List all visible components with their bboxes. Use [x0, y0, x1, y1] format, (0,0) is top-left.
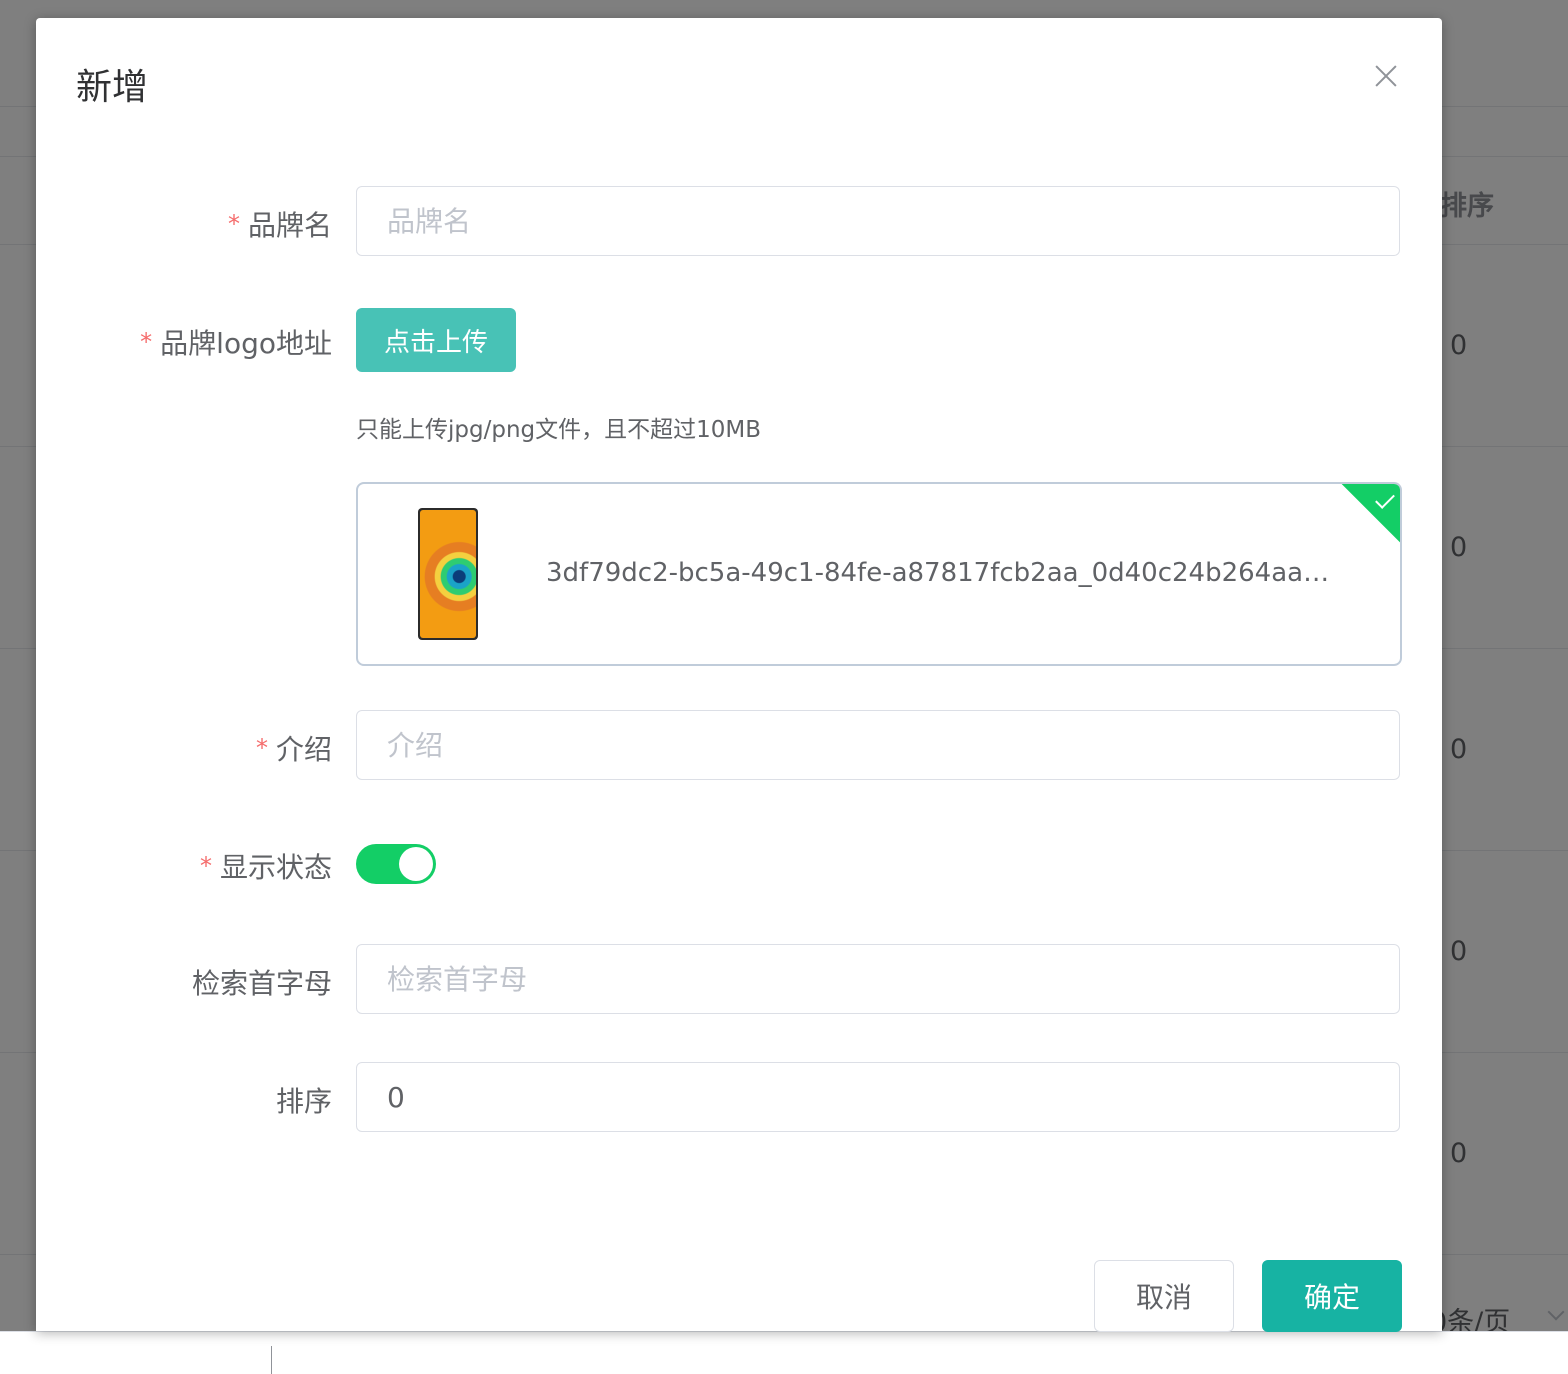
close-icon[interactable]: [1370, 60, 1402, 92]
upload-button[interactable]: 点击上传: [356, 308, 516, 372]
upload-success-badge: [1330, 484, 1400, 545]
logo-thumbnail: [418, 508, 478, 640]
required-mark: *: [199, 852, 212, 880]
first-letter-input[interactable]: [356, 944, 1400, 1014]
upload-tip: 只能上传jpg/png文件，且不超过10MB: [356, 417, 762, 443]
cancel-button[interactable]: 取消: [1094, 1260, 1234, 1332]
show-status-switch[interactable]: [356, 844, 436, 884]
sort-label: 排序: [275, 1085, 332, 1118]
confirm-button[interactable]: 确定: [1262, 1260, 1402, 1332]
add-brand-dialog: 新增 *品牌名 *品牌logo地址 点击上传 只能上传jpg/png文件，且不超…: [36, 18, 1442, 1332]
switch-knob: [399, 847, 433, 881]
description-label: * 介绍: [255, 733, 332, 766]
dialog-title: 新增: [76, 67, 149, 108]
description-input[interactable]: [356, 710, 1400, 780]
bottom-bar: [0, 1331, 1568, 1374]
show-status-label: * 显示状态: [199, 851, 332, 884]
first-letter-label: 检索首字母: [191, 967, 332, 1000]
brand-name-label: * 品牌名: [227, 209, 332, 242]
logo-label: * 品牌logo地址: [140, 327, 332, 360]
uploaded-file-name: 3df79dc2-bc5a-49c1-84fe-a87817fcb2aa_0d4…: [546, 558, 1330, 588]
sort-input[interactable]: [356, 1062, 1400, 1132]
uploaded-file-item[interactable]: 3df79dc2-bc5a-49c1-84fe-a87817fcb2aa_0d4…: [356, 482, 1402, 666]
text-cursor: [271, 1346, 272, 1374]
required-mark: *: [227, 210, 240, 238]
required-mark: *: [255, 734, 268, 762]
brand-name-input[interactable]: [356, 186, 1400, 256]
required-mark: *: [140, 328, 153, 356]
